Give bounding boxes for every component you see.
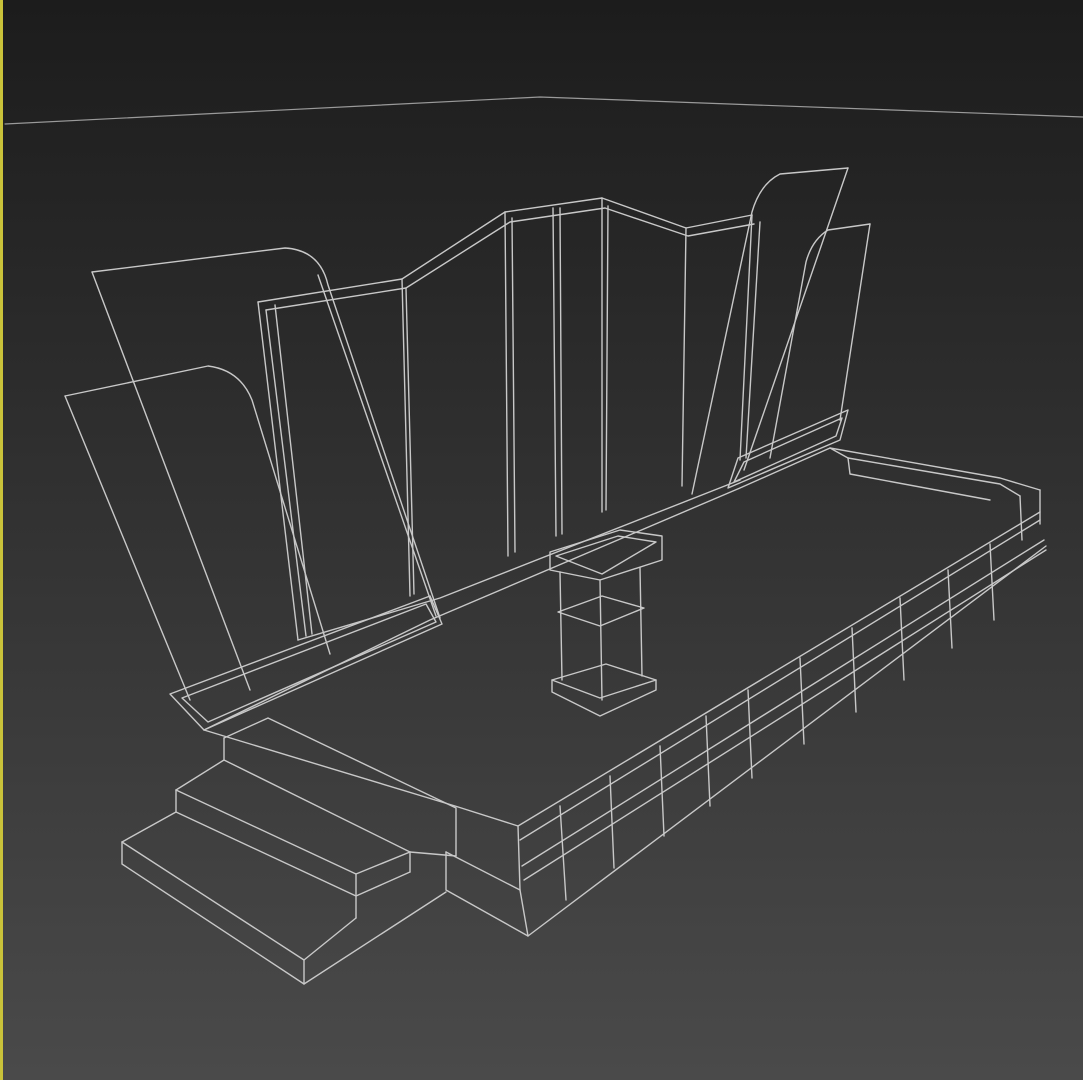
stage-steps[interactable]: [121, 717, 457, 985]
horizon-line: [4, 96, 1083, 125]
podium[interactable]: [549, 529, 663, 717]
stage-platform[interactable]: [203, 447, 1041, 827]
stage-front-edge[interactable]: [445, 519, 1047, 937]
wireframe-scene[interactable]: [0, 0, 1083, 1080]
left-fin-panels[interactable]: [64, 247, 441, 701]
floor-light-left[interactable]: [169, 595, 443, 731]
back-wall-panels[interactable]: [257, 197, 761, 641]
3d-viewport[interactable]: [0, 0, 1083, 1080]
